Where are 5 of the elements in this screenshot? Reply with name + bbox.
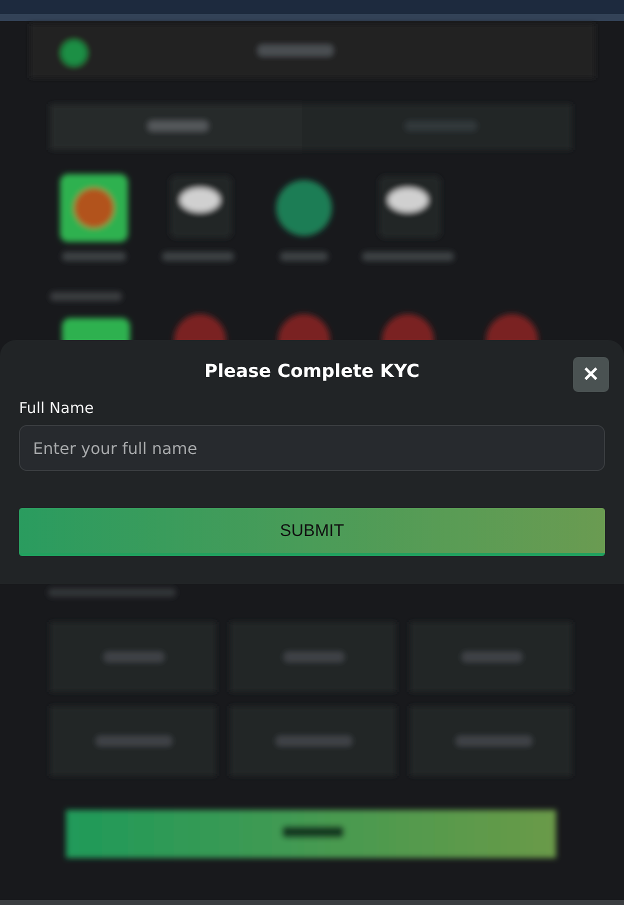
dialog-title: Please Complete KYC (204, 360, 420, 382)
close-button[interactable]: ✕ (573, 357, 609, 392)
field-label: Full Name (19, 399, 94, 417)
full-name-field[interactable]: Enter your full name (19, 425, 605, 471)
submit-button[interactable]: SUBMIT (19, 508, 605, 556)
